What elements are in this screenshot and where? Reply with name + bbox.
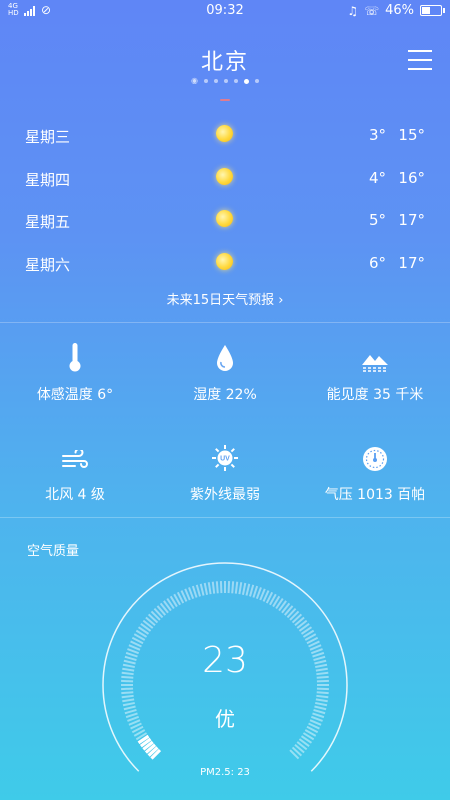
gauge-tick: [316, 694, 329, 699]
detail-uv: UV 紫外线最弱: [150, 440, 300, 504]
detail-feels-like: 体感温度 6°: [0, 340, 150, 404]
forecast-row: 星期六 6° 17°: [0, 244, 450, 286]
gauge-tick: [238, 582, 243, 595]
forecast-row: 星期四 4° 16°: [0, 159, 450, 201]
detail-visibility: 能见度 35 千米: [300, 340, 450, 404]
sun-icon: [216, 125, 233, 142]
gauge-tick: [199, 583, 205, 596]
detail-label: 气压 1013 百帕: [324, 487, 426, 503]
headset-icon: ♫: [347, 3, 359, 18]
divider: [0, 517, 450, 518]
forecast-high: 17°: [398, 253, 425, 272]
sun-icon: [216, 210, 233, 227]
gauge-tick: [252, 585, 259, 598]
gauge-tick: [191, 585, 198, 598]
forecast-low: 6°: [368, 253, 386, 272]
detail-wind: 北风 4 级: [0, 440, 150, 504]
gauge-tick: [211, 581, 216, 594]
battery-percent: 46%: [385, 3, 414, 18]
location-icon: ◉: [191, 76, 198, 85]
forecast-high: 17°: [398, 211, 425, 229]
sun-icon: [216, 252, 233, 270]
detail-label: 紫外线最弱: [190, 487, 260, 503]
call-icon: ☏: [364, 3, 380, 18]
sun-icon: [216, 167, 233, 185]
gauge-tick: [241, 582, 247, 595]
detail-humidity: 湿度 22%: [150, 340, 300, 404]
page-dot: [213, 79, 218, 83]
visibility-icon: [362, 355, 388, 372]
gauge-tick: [234, 581, 239, 594]
gauge-tick: [121, 691, 134, 695]
uv-sun-icon: UV: [212, 445, 238, 471]
gauge-tick: [315, 698, 328, 703]
detail-pressure: 气压 1013 百帕: [300, 440, 450, 504]
gauge-tick: [195, 584, 201, 597]
gauge-tick: [231, 581, 235, 594]
air-quality-title: 空气质量: [27, 544, 80, 559]
forecast-low: 3°: [368, 126, 386, 144]
status-bar: 4G HD ⊘ 09:32 ♫ ☏ 46%: [0, 0, 450, 24]
forecast-day: 星期六: [25, 255, 71, 274]
gauge-tick: [203, 582, 209, 595]
gauge-tick: [316, 691, 329, 695]
forecast-row: 星期三 3° 15°: [0, 116, 450, 158]
divider: [0, 322, 450, 323]
page-indicator: ◉: [0, 77, 450, 85]
water-drop-icon: [217, 345, 233, 371]
forecast-row: 星期五 5° 17°: [0, 201, 450, 243]
gauge-tick: [215, 581, 219, 594]
page-dot: [243, 78, 249, 84]
forecast-low: 5°: [368, 211, 386, 229]
detail-label: 体感温度 6°: [36, 387, 114, 403]
thermometer-icon: [69, 343, 81, 372]
battery-icon: [420, 5, 445, 16]
forecast-day: 星期四: [25, 170, 71, 189]
forecast-day: 星期五: [25, 213, 71, 231]
city-name[interactable]: 北京: [0, 44, 450, 76]
forecast-15day-link[interactable]: 未来15日天气预报 ›: [0, 289, 450, 308]
svg-text:UV: UV: [220, 456, 230, 463]
aqi-level: 优: [215, 707, 235, 731]
forecast-high: 16°: [398, 168, 425, 187]
gauge-tick: [249, 584, 255, 597]
forecast-low: 4°: [368, 168, 386, 187]
gauge-tick: [122, 698, 135, 703]
page-dot: [203, 79, 208, 83]
wind-icon: [62, 450, 88, 468]
detail-label: 北风 4 级: [45, 487, 105, 503]
page-dot: [254, 79, 259, 83]
forecast-high: 15°: [398, 126, 425, 144]
page-dot: [223, 79, 228, 83]
aqi-value: 23: [202, 640, 248, 681]
gauge-tick: [245, 583, 251, 596]
page-dot: [233, 79, 238, 83]
gauge-tick: [207, 582, 212, 595]
gauge-tick: [121, 694, 134, 699]
forecast-day: 星期三: [25, 128, 71, 146]
detail-label: 湿度 22%: [193, 387, 257, 403]
pull-handle: [220, 99, 230, 101]
menu-icon[interactable]: [408, 50, 432, 70]
pm25-reading: PM2.5: 23: [200, 767, 250, 778]
pressure-gauge-icon: [363, 447, 387, 471]
detail-label: 能见度 35 千米: [326, 387, 424, 403]
